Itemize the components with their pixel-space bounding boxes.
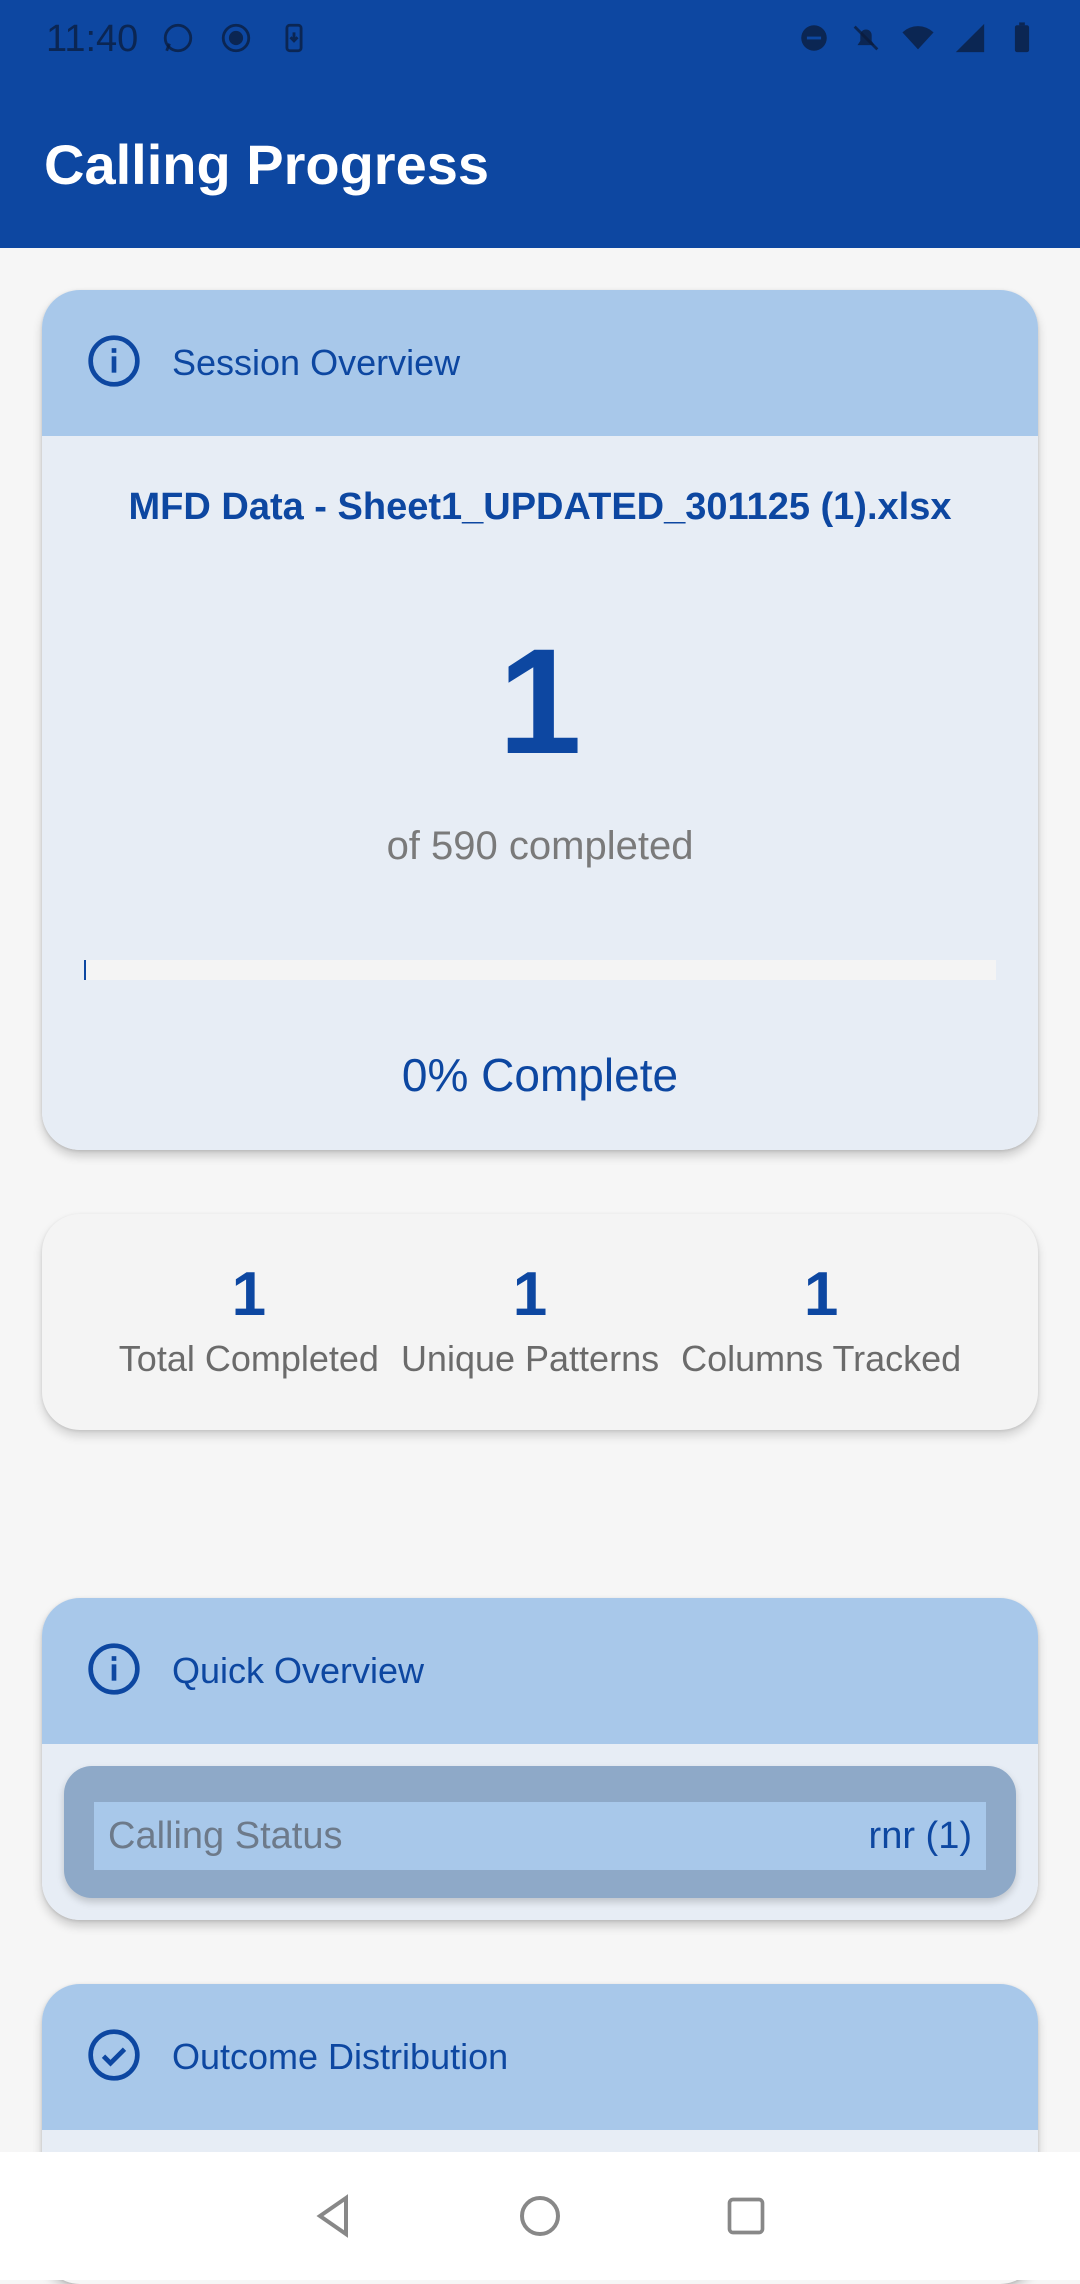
status-time: 11:40	[46, 18, 139, 60]
calling-status-label: Calling Status	[108, 1814, 343, 1857]
stat-value: 1	[231, 1260, 267, 1329]
back-icon[interactable]	[306, 2188, 362, 2244]
navigation-bar	[0, 2152, 1080, 2280]
stat-columns-tracked: 1 Columns Tracked	[681, 1264, 961, 1430]
info-icon	[86, 1641, 142, 1702]
calling-status-item[interactable]: Calling Status rnr (1)	[64, 1766, 1016, 1898]
quick-overview-card: Quick Overview Calling Status rnr (1)	[42, 1598, 1038, 1920]
info-icon	[86, 333, 142, 394]
page-title: Calling Progress	[44, 133, 490, 196]
whatsapp-icon	[160, 20, 196, 56]
quick-overview-title: Quick Overview	[172, 1650, 425, 1691]
status-bar: 11:40	[0, 0, 1080, 80]
percent-complete: 0% Complete	[401, 1049, 679, 1101]
wifi-icon	[900, 20, 936, 56]
home-icon[interactable]	[512, 2188, 568, 2244]
battery-icon	[1004, 20, 1040, 56]
completed-of-total: of 590 completed	[386, 824, 694, 868]
bell-off-icon	[848, 20, 884, 56]
stat-value: 1	[512, 1260, 548, 1329]
progress-fill	[84, 960, 86, 980]
session-overview-header: Session Overview	[42, 290, 1038, 436]
record-icon	[218, 20, 254, 56]
session-overview-title: Session Overview	[172, 342, 461, 383]
stat-label: Total Completed	[118, 1338, 379, 1379]
completed-count: 1	[498, 617, 582, 785]
stats-card: 1 Total Completed 1 Unique Patterns 1 Co…	[42, 1214, 1038, 1430]
stat-label: Unique Patterns	[400, 1338, 660, 1379]
stat-total-completed: 1 Total Completed	[119, 1264, 379, 1430]
file-name: MFD Data - Sheet1_UPDATED_301125 (1).xls…	[128, 486, 952, 528]
outcome-distribution-header: Outcome Distribution	[42, 1984, 1038, 2130]
stat-label: Columns Tracked	[681, 1338, 962, 1379]
dnd-icon	[796, 20, 832, 56]
stat-value: 1	[803, 1260, 839, 1329]
stat-unique-patterns: 1 Unique Patterns	[401, 1264, 659, 1430]
calling-status-value: rnr (1)	[868, 1814, 972, 1857]
signal-icon	[952, 20, 988, 56]
app-bar: Calling Progress	[0, 80, 1080, 248]
progress-bar	[84, 960, 996, 980]
outcome-distribution-title: Outcome Distribution	[172, 2036, 509, 2077]
quick-overview-header: Quick Overview	[42, 1598, 1038, 1744]
check-circle-icon	[86, 2027, 142, 2088]
recents-icon[interactable]	[718, 2188, 774, 2244]
download-icon	[276, 20, 312, 56]
session-overview-card: Session Overview MFD Data - Sheet1_UPDAT…	[42, 290, 1038, 1150]
